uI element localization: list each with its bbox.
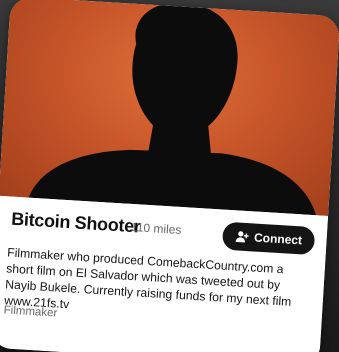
connect-label: Connect	[253, 230, 303, 248]
screen: Bitcoin Shooter 110 miles Connect Filmma…	[0, 0, 339, 352]
profile-name: Bitcoin Shooter	[10, 208, 142, 237]
profile-photo	[0, 0, 339, 216]
profile-card[interactable]: Bitcoin Shooter 110 miles Connect Filmma…	[0, 0, 339, 352]
profile-role: Filmmaker	[3, 304, 58, 320]
silhouette-image	[28, 2, 317, 216]
profile-info: Bitcoin Shooter 110 miles Connect Filmma…	[0, 195, 329, 352]
profile-distance: 110 miles	[130, 219, 182, 238]
connect-button[interactable]: Connect	[221, 221, 316, 256]
add-person-icon	[235, 230, 249, 243]
